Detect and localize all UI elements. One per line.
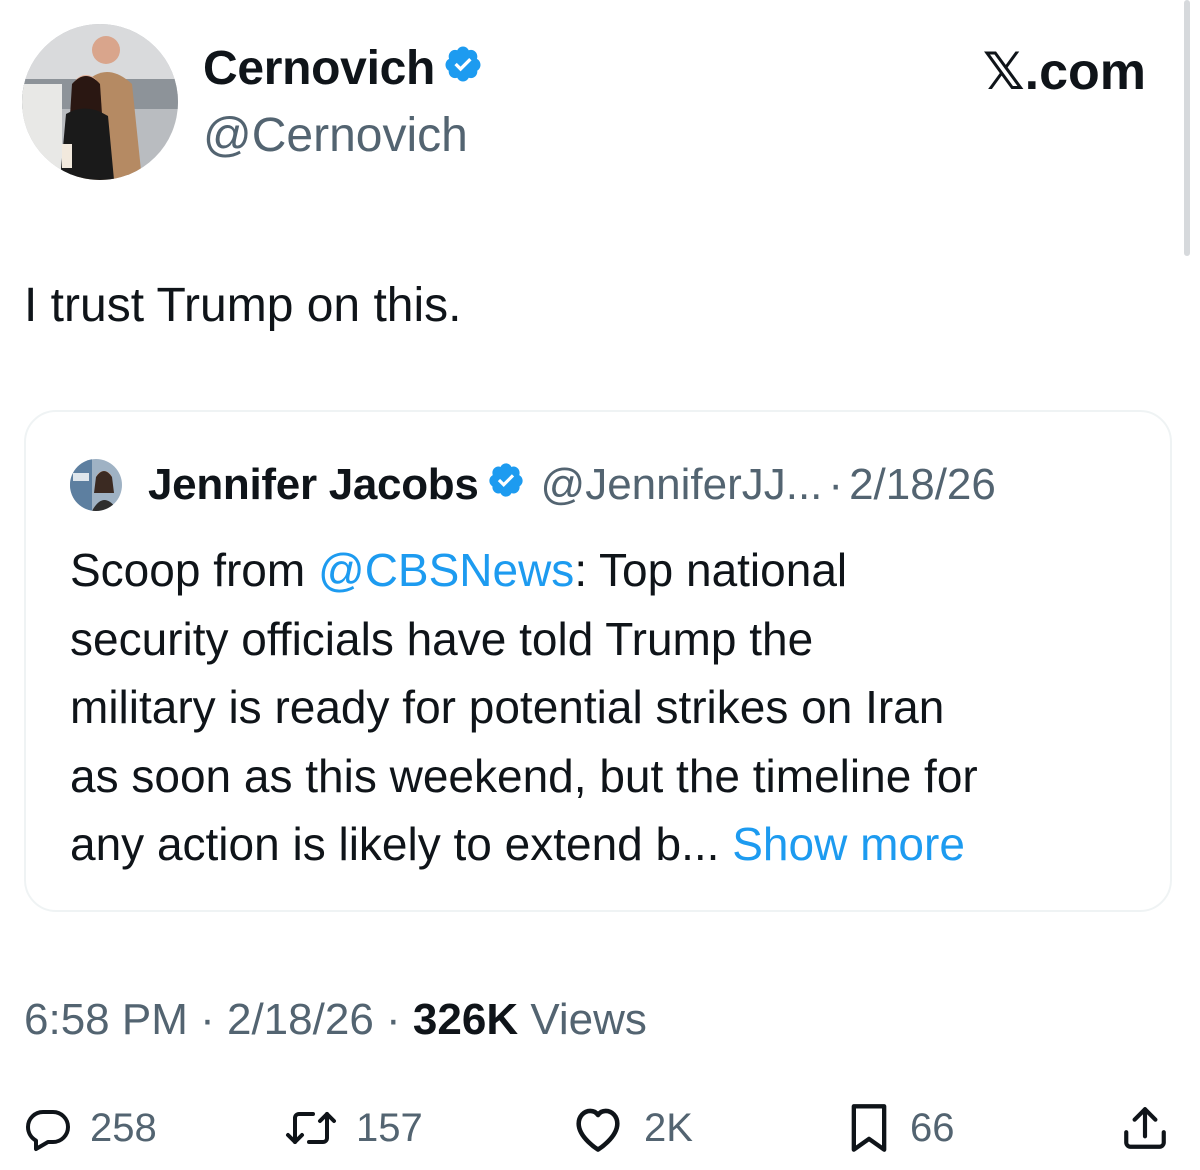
quoted-header: Jennifer Jacobs @JenniferJJ... · 2/18/26 (148, 458, 996, 512)
verified-badge-icon (443, 41, 483, 97)
quoted-text: Scoop from @CBSNews: Top national securi… (70, 536, 1160, 879)
quoted-text-line: security officials have told Trump the (70, 612, 814, 665)
tweet-meta: 6:58 PM · 2/18/26 · 326K Views (24, 992, 647, 1048)
quoted-text-segment: Scoop from (70, 544, 318, 596)
meta-separator: · (373, 995, 413, 1044)
author-handle[interactable]: @Cernovich (203, 108, 468, 164)
quoted-text-segment: any action is likely to extend b... (70, 818, 720, 870)
quoted-author-avatar (70, 459, 122, 511)
bookmark-count: 66 (910, 1105, 955, 1150)
views-label: Views (518, 995, 647, 1044)
quoted-date[interactable]: 2/18/26 (849, 458, 996, 512)
scrollbar[interactable] (1184, 0, 1190, 256)
like-count: 2K (644, 1105, 693, 1150)
author-name[interactable]: Cernovich (203, 41, 483, 97)
share-button[interactable] (1120, 1096, 1170, 1160)
repost-count: 157 (356, 1105, 423, 1150)
show-more-link[interactable]: Show more (719, 818, 965, 870)
tweet-text: I trust Trump on this. (24, 279, 462, 332)
author-avatar[interactable] (22, 24, 178, 180)
quoted-author-name[interactable]: Jennifer Jacobs (148, 458, 479, 512)
quoted-tweet-card[interactable]: Jennifer Jacobs @JenniferJJ... · 2/18/26… (24, 410, 1172, 912)
share-icon (1124, 1107, 1166, 1149)
quoted-text-line: as soon as this weekend, but the timelin… (70, 749, 978, 802)
quoted-text-segment: : Top national (574, 544, 848, 596)
quoted-text-line: military is ready for potential strikes … (70, 681, 945, 733)
cbsnews-mention-link[interactable]: @CBSNews (318, 544, 574, 596)
repost-icon (286, 1112, 336, 1144)
heart-icon (576, 1108, 620, 1152)
bookmark-button[interactable]: 66 (846, 1096, 955, 1160)
reply-icon (26, 1110, 70, 1151)
views-count: 326K (412, 995, 519, 1044)
tweet-date[interactable]: 2/18/26 (227, 995, 374, 1044)
reply-button[interactable]: 258 (24, 1096, 157, 1160)
quoted-text-line: any action is likely to extend b... Show… (70, 810, 1160, 879)
quoted-author-handle[interactable]: @JenniferJJ... (541, 458, 823, 512)
quoted-separator: · (828, 460, 844, 509)
avatar-photo (22, 24, 178, 180)
action-bar: 258 157 2K 66 (0, 1096, 1200, 1160)
reply-count: 258 (90, 1105, 157, 1150)
like-button[interactable]: 2K (570, 1096, 693, 1160)
author-name-text: Cernovich (203, 42, 436, 95)
repost-button[interactable]: 157 (284, 1096, 423, 1160)
quoted-text-line: Scoop from @CBSNews: Top national (70, 536, 1160, 605)
bookmark-icon (851, 1104, 887, 1152)
tweet-time[interactable]: 6:58 PM (24, 995, 188, 1044)
quoted-avatar-photo (70, 459, 122, 511)
x-logo: 𝕏.com (982, 43, 1146, 101)
meta-separator: · (187, 995, 227, 1044)
quoted-verified-badge-icon (487, 458, 525, 512)
